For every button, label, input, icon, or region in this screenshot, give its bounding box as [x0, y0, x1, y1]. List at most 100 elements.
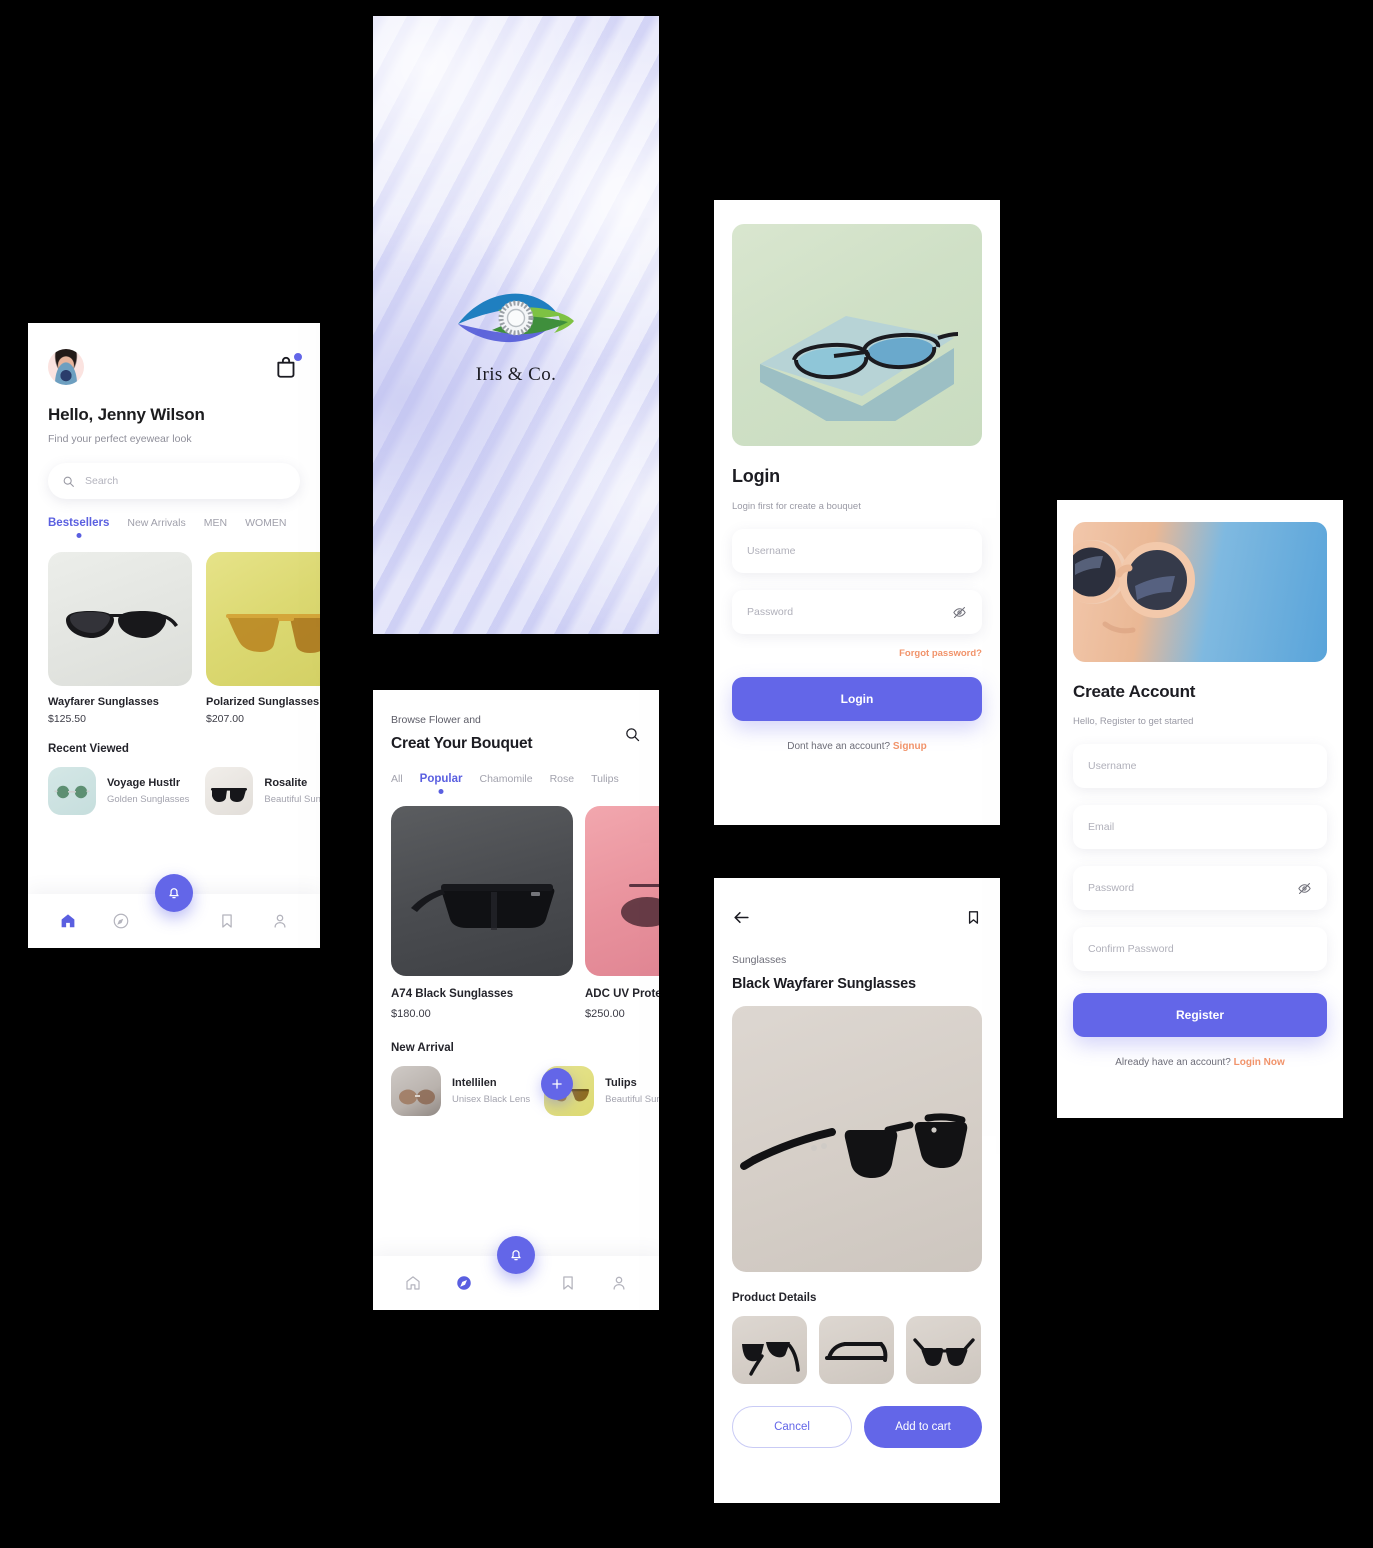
username-placeholder: Username	[747, 545, 796, 557]
tab-new-arrivals[interactable]: New Arrivals	[127, 517, 185, 538]
product-price: $207.00	[206, 713, 244, 725]
cart-badge	[293, 352, 303, 362]
page-title: Create Account	[1073, 682, 1196, 701]
login-now-link[interactable]: Login Now	[1234, 1057, 1285, 1068]
password-placeholder: Password	[747, 606, 794, 618]
email-field[interactable]: Email	[1073, 805, 1327, 849]
signup-link[interactable]: Signup	[893, 741, 927, 752]
detail-action-row: Cancel Add to cart	[732, 1406, 982, 1448]
detail-topbar	[732, 904, 982, 930]
recent-name: Voyage Hustlr	[107, 777, 181, 789]
nav-person-icon[interactable]	[609, 1273, 629, 1293]
list-item[interactable]: Voyage Hustlr Golden Sunglasses	[48, 767, 189, 815]
category-tulips[interactable]: Tulips	[591, 773, 619, 794]
password-placeholder: Password	[1088, 882, 1135, 894]
search-placeholder: Search	[85, 475, 119, 487]
bookmark-icon[interactable]	[965, 909, 982, 926]
register-hero-image	[1073, 522, 1327, 662]
product-card[interactable]: ADC UV Protection $250.00	[585, 806, 659, 1020]
forgot-password-link[interactable]: Forgot password?	[732, 648, 982, 659]
recent-thumb-voyage	[48, 767, 96, 815]
product-details-title: Product Details	[732, 1292, 817, 1304]
new-arrival-desc: Beautiful Sunglasses	[605, 1094, 659, 1105]
cancel-button[interactable]: Cancel	[732, 1406, 852, 1448]
login-subtitle: Login first for create a bouquet	[732, 501, 861, 512]
product-card[interactable]: A74 Black Sunglasses $180.00	[391, 806, 573, 1020]
product-thumbnail[interactable]	[819, 1316, 894, 1384]
nav-bookmark-icon[interactable]	[217, 911, 237, 931]
browse-header: Browse Flower and Creat Your Bouquet	[391, 714, 641, 753]
product-image-polarized	[206, 552, 320, 686]
product-detail-screen: Sunglasses Black Wayfarer Sunglasses Pro…	[714, 878, 1000, 1503]
product-price: $250.00	[585, 1008, 625, 1020]
home-topbar	[48, 345, 303, 389]
tab-bestsellers[interactable]: Bestsellers	[48, 517, 109, 538]
screens-canvas: Hello, Jenny Wilson Find your perfect ey…	[0, 0, 1373, 1548]
recent-name: Rosalite	[264, 777, 308, 789]
page-title: Hello, Jenny Wilson	[48, 405, 205, 424]
avatar[interactable]	[48, 349, 84, 385]
category-chamomile[interactable]: Chamomile	[479, 773, 532, 794]
recent-thumb-rosalite	[205, 767, 254, 815]
new-arrival-name: Intellilen	[452, 1077, 497, 1089]
eye-logo-icon	[456, 288, 576, 350]
product-title: ADC UV Protection	[585, 988, 659, 1000]
detail-hero-image	[732, 1006, 982, 1272]
product-card[interactable]: Polarized Sunglasses $207.00	[206, 552, 320, 725]
product-image-wayfarer	[48, 552, 192, 686]
browse-eyebrow: Browse Flower and	[391, 714, 481, 726]
notification-fab-button[interactable]	[497, 1236, 535, 1274]
nav-home-icon[interactable]	[403, 1273, 423, 1293]
nav-compass-icon[interactable]	[454, 1273, 474, 1293]
list-item[interactable]: Intellilen Unisex Black Lens	[391, 1066, 530, 1116]
recent-desc: Golden Sunglasses	[107, 794, 190, 805]
bottom-navbar	[373, 1236, 659, 1310]
login-button[interactable]: Login	[732, 677, 982, 721]
cart-button[interactable]	[274, 352, 303, 380]
product-category: Sunglasses	[732, 954, 787, 966]
bell-icon	[166, 885, 182, 901]
category-rose[interactable]: Rose	[550, 773, 575, 794]
eye-off-icon[interactable]	[952, 605, 967, 620]
product-thumbnail[interactable]	[906, 1316, 981, 1384]
email-placeholder: Email	[1088, 821, 1115, 833]
nav-person-icon[interactable]	[270, 911, 290, 931]
new-arrival-name: Tulips	[605, 1077, 637, 1089]
product-image-a74	[391, 806, 573, 976]
password-field[interactable]: Password	[1073, 866, 1327, 910]
category-tabs: All Popular Chamomile Rose Tulips	[391, 773, 641, 794]
add-to-cart-button[interactable]: Add to cart	[864, 1406, 982, 1448]
login-screen: Login Login first for create a bouquet U…	[714, 200, 1000, 825]
product-card[interactable]: Wayfarer Sunglasses $125.50	[48, 552, 192, 725]
arrow-left-icon[interactable]	[732, 908, 751, 927]
search-input[interactable]: Search	[48, 463, 300, 499]
login-footer: Already have an account? Login Now	[1073, 1057, 1327, 1068]
splash-screen: Iris & Co.	[373, 16, 659, 634]
username-field[interactable]: Username	[1073, 744, 1327, 788]
eye-off-icon[interactable]	[1297, 881, 1312, 896]
new-arrival-desc: Unisex Black Lens	[452, 1094, 531, 1105]
username-field[interactable]: Username	[732, 529, 982, 573]
nav-compass-icon[interactable]	[111, 911, 131, 931]
create-account-screen: Create Account Hello, Register to get st…	[1057, 500, 1343, 1118]
password-field[interactable]: Password	[732, 590, 982, 634]
product-title: Wayfarer Sunglasses	[48, 696, 159, 708]
notification-fab-button[interactable]	[155, 874, 193, 912]
page-title: Black Wayfarer Sunglasses	[732, 976, 916, 992]
tab-men[interactable]: MEN	[204, 517, 227, 538]
page-title: Creat Your Bouquet	[391, 735, 533, 752]
category-popular[interactable]: Popular	[420, 773, 463, 794]
home-subtitle: Find your perfect eyewear look	[48, 433, 192, 445]
nav-home-icon[interactable]	[58, 911, 78, 931]
product-thumbnail[interactable]	[732, 1316, 807, 1384]
tab-women[interactable]: WOMEN	[245, 517, 286, 538]
register-button[interactable]: Register	[1073, 993, 1327, 1037]
nav-bookmark-icon[interactable]	[558, 1273, 578, 1293]
browse-screen: Browse Flower and Creat Your Bouquet All…	[373, 690, 659, 1310]
brand-name: Iris & Co.	[475, 364, 557, 385]
category-all[interactable]: All	[391, 773, 403, 794]
confirm-password-field[interactable]: Confirm Password	[1073, 927, 1327, 971]
search-icon[interactable]	[624, 726, 641, 743]
list-item[interactable]: Rosalite Beautiful Sunglasses	[205, 767, 320, 815]
add-to-cart-fab[interactable]	[541, 1068, 573, 1100]
